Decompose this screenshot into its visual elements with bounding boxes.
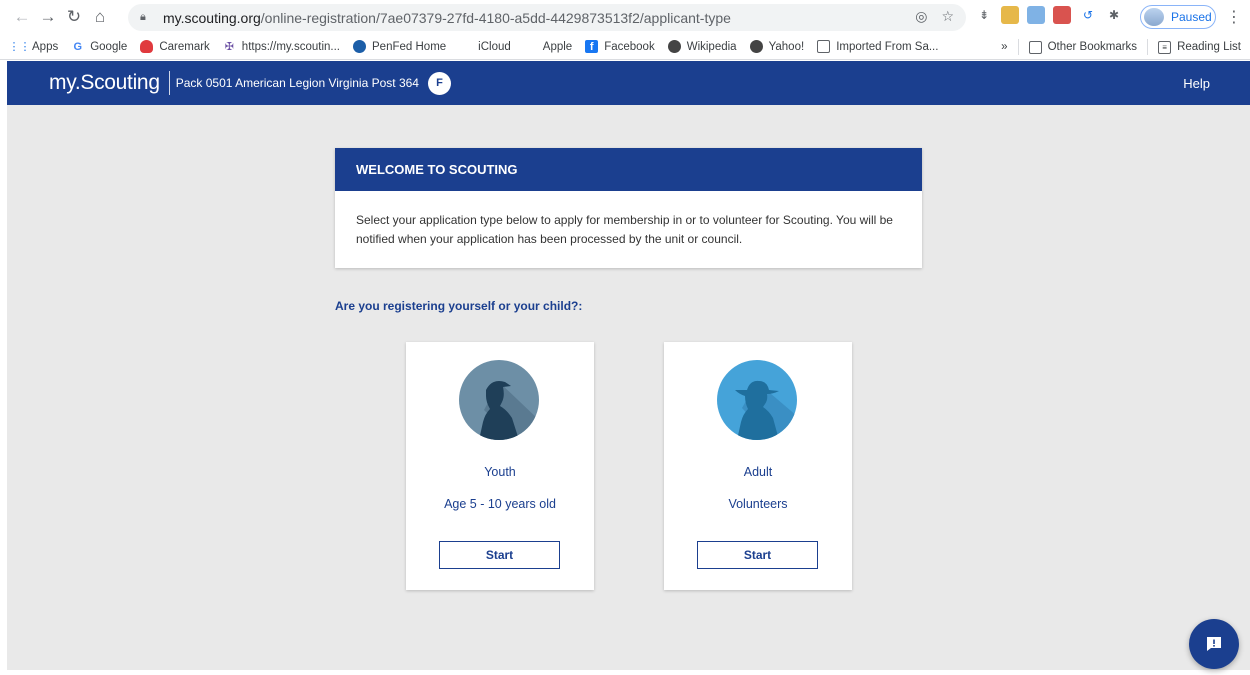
help-link[interactable]: Help (1183, 76, 1210, 91)
scouting-icon: ✠ (224, 41, 234, 53)
reading-list-icon: ≡ (1158, 40, 1172, 54)
bookmarks-bar: ⋮⋮ Apps G Google Caremark ✠ https://my.scou… (0, 34, 1250, 60)
welcome-panel: WELCOME TO SCOUTING Select your applicat… (335, 148, 922, 268)
caremark-icon (140, 40, 154, 53)
divider (168, 71, 170, 95)
browser-toolbar: ← → ↻ ⌂ 🔒︎ my.scouting.org/online-regist… (0, 0, 1250, 34)
card-title: Youth (484, 465, 516, 479)
divider (1147, 39, 1149, 55)
youth-start-button[interactable]: Start (439, 541, 560, 569)
bookmark-facebook[interactable]: f Facebook (585, 40, 655, 53)
extension-icon[interactable] (1027, 6, 1045, 24)
bookmark-scouting[interactable]: ✠ https://my.scoutin... (223, 40, 340, 54)
profile-avatar-icon (1144, 8, 1164, 26)
bookmark-yahoo[interactable]: Yahoo! (749, 40, 804, 53)
globe-icon (749, 40, 763, 53)
youth-scout-icon (459, 360, 539, 440)
url-host: my.scouting.org (163, 9, 261, 26)
extension-icon[interactable] (1001, 6, 1019, 24)
chat-alert-icon (1207, 637, 1221, 651)
google-icon: G (73, 40, 82, 53)
bookmarks-overflow-button[interactable]: » (1001, 41, 1007, 53)
reading-list-button[interactable]: ≡ Reading List (1158, 40, 1241, 54)
apps-grid-icon: ⋮⋮ (8, 41, 31, 53)
extension-icon[interactable]: ⇟ (975, 6, 993, 24)
reload-icon[interactable]: ↻ (61, 4, 87, 30)
forward-arrow-icon[interactable]: → (35, 4, 61, 30)
extension-icon[interactable] (1053, 6, 1071, 24)
unit-name: Pack 0501 American Legion Virginia Post … (175, 76, 419, 90)
folder-icon (817, 40, 831, 53)
bookmark-wikipedia[interactable]: Wikipedia (667, 40, 737, 53)
adult-scout-icon (717, 360, 797, 440)
home-icon[interactable]: ⌂ (87, 4, 113, 30)
card-subtitle: Volunteers (728, 497, 788, 511)
adult-card: Adult Volunteers Start (664, 342, 852, 590)
avatar[interactable]: F (427, 71, 451, 95)
globe-icon (667, 40, 681, 53)
star-icon[interactable]: ☆ (941, 8, 954, 25)
divider (1017, 39, 1019, 55)
adult-start-button[interactable]: Start (697, 541, 818, 569)
folder-icon (1028, 40, 1042, 54)
registration-question: Are you registering yourself or your chi… (335, 299, 583, 313)
address-bar[interactable]: 🔒︎ my.scouting.org/online-registration/7… (128, 4, 966, 31)
card-subtitle: Age 5 - 10 years old (444, 497, 556, 511)
profile-status: Paused (1171, 10, 1212, 24)
bookmark-penfed[interactable]: PenFed Home (353, 40, 446, 53)
penfed-icon (353, 40, 367, 53)
lock-icon: 🔒︎ (140, 11, 146, 23)
card-title: Adult (743, 465, 773, 479)
bookmark-google[interactable]: G Google (71, 40, 127, 53)
back-arrow-icon[interactable]: ← (9, 4, 35, 30)
eye-off-icon[interactable]: ◎ (915, 8, 927, 25)
facebook-icon: f (585, 40, 599, 53)
apple-icon (459, 40, 472, 53)
welcome-title: WELCOME TO SCOUTING (335, 148, 922, 191)
apple-icon (524, 40, 537, 53)
bookmark-apps[interactable]: ⋮⋮ Apps (8, 40, 59, 54)
page-body: WELCOME TO SCOUTING Select your applicat… (7, 105, 1250, 670)
extension-icon[interactable]: ↺ (1079, 6, 1097, 24)
extension-icons: ⇟ ↺ ✱ (975, 6, 1123, 24)
app-header: my.Scouting Pack 0501 American Legion Vi… (7, 61, 1250, 105)
bookmark-icloud[interactable]: iCloud (459, 40, 511, 53)
welcome-text: Select your application type below to ap… (356, 213, 893, 246)
youth-card: Youth Age 5 - 10 years old Start (406, 342, 594, 590)
bookmark-caremark[interactable]: Caremark (140, 40, 210, 53)
bookmark-apple[interactable]: Apple (524, 40, 572, 53)
feedback-button[interactable] (1189, 619, 1239, 669)
puzzle-icon[interactable]: ✱ (1105, 6, 1123, 24)
brand-logo[interactable]: my.Scouting (49, 71, 160, 95)
menu-kebab-icon[interactable]: ⋮ (1226, 7, 1242, 27)
profile-button[interactable]: Paused (1140, 5, 1216, 29)
bookmark-imported[interactable]: Imported From Sa... (817, 40, 938, 53)
bookmark-other[interactable]: Other Bookmarks (1028, 40, 1137, 54)
url-path: /online-registration/7ae07379-27fd-4180-… (260, 9, 731, 26)
